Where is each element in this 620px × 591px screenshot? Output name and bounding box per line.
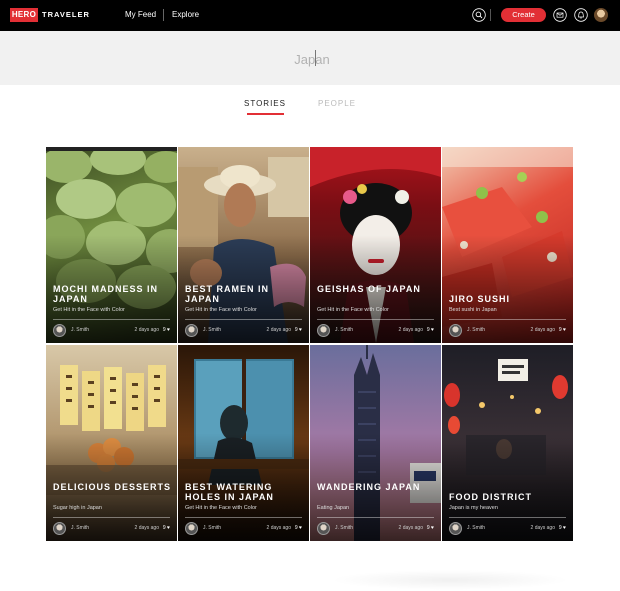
author-name[interactable]: J. Smith bbox=[467, 523, 485, 534]
heart-icon[interactable]: ♥ bbox=[167, 525, 170, 531]
tab-people[interactable]: PEOPLE bbox=[314, 97, 360, 111]
heart-icon[interactable]: ♥ bbox=[431, 525, 434, 531]
story-subtitle: Japan is my heaven bbox=[449, 505, 498, 511]
heart-icon[interactable]: ♥ bbox=[299, 525, 302, 531]
author-name[interactable]: J. Smith bbox=[203, 523, 221, 534]
author-avatar[interactable] bbox=[317, 522, 330, 535]
heart-icon[interactable]: ♥ bbox=[563, 327, 566, 333]
story-timestamp: 2 days ago bbox=[134, 327, 159, 333]
author-name[interactable]: J. Smith bbox=[335, 523, 353, 534]
heart-icon[interactable]: ♥ bbox=[167, 327, 170, 333]
like-count: 9 bbox=[294, 525, 298, 531]
author-name[interactable]: J. Smith bbox=[335, 325, 353, 336]
author-name[interactable]: J. Smith bbox=[203, 325, 221, 336]
author-avatar[interactable] bbox=[53, 522, 66, 535]
like-count: 9 bbox=[558, 525, 562, 531]
story-card[interactable]: FOOD DISTRICT Japan is my heaven J. Smit… bbox=[442, 345, 573, 541]
like-count: 9 bbox=[162, 525, 166, 531]
author-avatar[interactable] bbox=[449, 522, 462, 535]
story-timestamp: 2 days ago bbox=[266, 525, 291, 531]
author-avatar[interactable] bbox=[449, 324, 462, 337]
story-timestamp: 2 days ago bbox=[134, 525, 159, 531]
author-name[interactable]: J. Smith bbox=[467, 325, 485, 336]
author-avatar[interactable] bbox=[317, 324, 330, 337]
heart-icon[interactable]: ♥ bbox=[431, 327, 434, 333]
story-subtitle: Get Hit in the Face with Color bbox=[53, 307, 125, 313]
story-timestamp: 2 days ago bbox=[530, 327, 555, 333]
heart-icon[interactable]: ♥ bbox=[563, 525, 566, 531]
like-count: 9 bbox=[426, 327, 430, 333]
story-card[interactable]: BEST WATERING HOLES IN JAPAN Get Hit in … bbox=[178, 345, 309, 541]
mail-icon[interactable] bbox=[553, 8, 567, 22]
story-card[interactable]: MOCHI MADNESS IN JAPAN Get Hit in the Fa… bbox=[46, 147, 177, 343]
story-title: WANDERING JAPAN bbox=[317, 482, 421, 492]
author-avatar[interactable] bbox=[185, 324, 198, 337]
story-title: JIRO SUSHI bbox=[449, 294, 511, 304]
like-count: 9 bbox=[294, 327, 298, 333]
tab-stories[interactable]: STORIES bbox=[242, 97, 288, 111]
author-name[interactable]: J. Smith bbox=[71, 523, 89, 534]
story-timestamp: 2 days ago bbox=[398, 525, 423, 531]
story-timestamp: 2 days ago bbox=[266, 327, 291, 333]
story-title: MOCHI MADNESS IN JAPAN bbox=[53, 284, 159, 304]
story-subtitle: Get Hit in the Face with Color bbox=[185, 505, 257, 511]
nav-my-feed[interactable]: My Feed bbox=[125, 8, 156, 22]
logo-badge[interactable]: HERO bbox=[10, 8, 38, 22]
story-card[interactable]: GEISHAS OF JAPAN Get Hit in the Face wit… bbox=[310, 147, 441, 343]
author-avatar[interactable] bbox=[53, 324, 66, 337]
search-icon[interactable] bbox=[472, 8, 486, 22]
like-count: 9 bbox=[426, 525, 430, 531]
nav-explore[interactable]: Explore bbox=[172, 8, 199, 22]
story-title: GEISHAS OF JAPAN bbox=[317, 284, 421, 294]
bell-icon[interactable] bbox=[574, 8, 588, 22]
heart-icon[interactable]: ♥ bbox=[299, 327, 302, 333]
story-card[interactable]: WANDERING JAPAN Eating Japan J. Smith 2 … bbox=[310, 345, 441, 541]
top-nav: HERO TRAVELER My Feed Explore Create bbox=[0, 0, 620, 31]
story-card[interactable]: DELICIOUS DESSERTS Sugar high in Japan J… bbox=[46, 345, 177, 541]
story-card[interactable]: BEST RAMEN IN JAPAN Get Hit in the Face … bbox=[178, 147, 309, 343]
search-input[interactable] bbox=[222, 46, 402, 72]
story-title: FOOD DISTRICT bbox=[449, 492, 532, 502]
story-title: BEST WATERING HOLES IN JAPAN bbox=[185, 482, 274, 502]
user-avatar[interactable] bbox=[594, 8, 608, 22]
story-subtitle: Get Hit in the Face with Color bbox=[317, 307, 389, 313]
like-count: 9 bbox=[558, 327, 562, 333]
active-tab-indicator bbox=[247, 113, 284, 115]
like-count: 9 bbox=[162, 327, 166, 333]
story-title: DELICIOUS DESSERTS bbox=[53, 482, 172, 492]
author-name[interactable]: J. Smith bbox=[71, 325, 89, 336]
story-subtitle: Sugar high in Japan bbox=[53, 505, 102, 511]
author-avatar[interactable] bbox=[185, 522, 198, 535]
logo-text[interactable]: TRAVELER bbox=[42, 8, 90, 22]
nav-divider bbox=[163, 9, 164, 21]
story-subtitle: Eating Japan bbox=[317, 505, 350, 511]
create-button[interactable]: Create bbox=[501, 8, 546, 22]
story-timestamp: 2 days ago bbox=[398, 327, 423, 333]
nav-separator bbox=[490, 9, 491, 21]
text-caret bbox=[315, 50, 316, 66]
story-card[interactable]: JIRO SUSHI Best sushi in Japan J. Smith … bbox=[442, 147, 573, 343]
story-timestamp: 2 days ago bbox=[530, 525, 555, 531]
story-subtitle: Get Hit in the Face with Color bbox=[185, 307, 257, 313]
story-subtitle: Best sushi in Japan bbox=[449, 307, 497, 313]
bottom-shadow bbox=[330, 570, 570, 590]
story-title: BEST RAMEN IN JAPAN bbox=[185, 284, 270, 304]
story-grid: MOCHI MADNESS IN JAPAN Get Hit in the Fa… bbox=[46, 147, 574, 541]
